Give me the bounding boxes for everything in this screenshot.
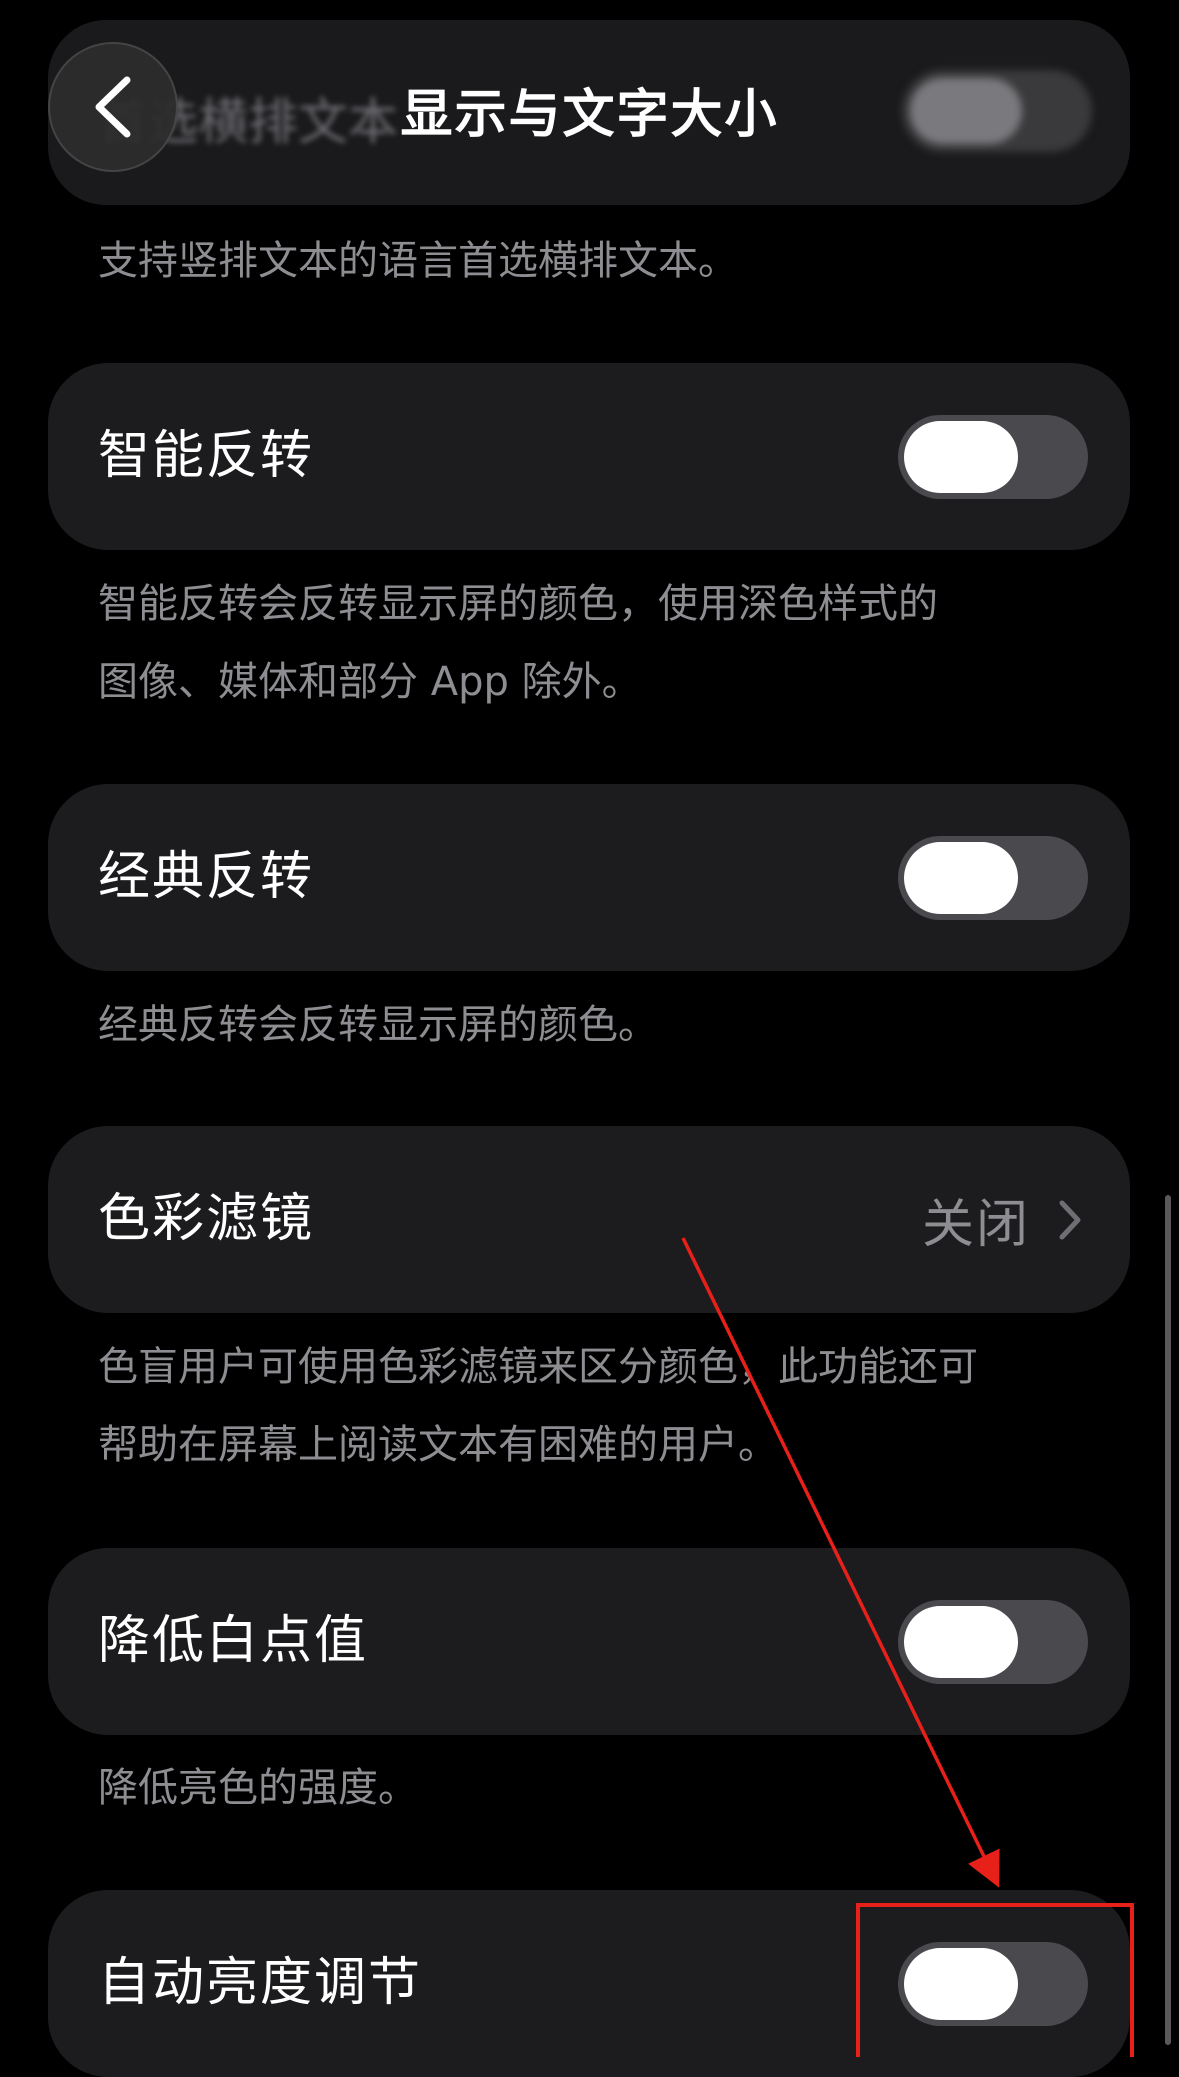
color-filters-value: 关闭 <box>921 1195 1030 1255</box>
toggle-knob <box>904 1606 1018 1678</box>
auto-brightness-label: 自动亮度调节 <box>98 1953 423 2013</box>
scrollbar[interactable] <box>1165 1195 1171 2045</box>
classic-invert-row: 经典反转 <box>48 784 1130 971</box>
reduce-white-point-row: 降低白点值 <box>48 1548 1130 1735</box>
color-filters-label: 色彩滤镜 <box>98 1189 315 1249</box>
reduce-white-point-footnote-line-1: 降低亮色的强度。 <box>98 1765 418 1811</box>
classic-invert-toggle[interactable] <box>898 836 1088 920</box>
reduce-white-point-label: 降低白点值 <box>98 1611 369 1671</box>
preferred-horizontal-text-footnote: 支持竖排文本的语言首选横排文本。 <box>98 238 738 284</box>
reduce-white-point-footnote: 降低亮色的强度。 <box>98 1749 1088 1827</box>
color-filters-footnote-line-2: 帮助在屏幕上阅读文本有困难的用户。 <box>98 1422 778 1468</box>
color-filters-footnote-line-1: 色盲用户可使用色彩滤镜来区分颜色，此功能还可 <box>98 1344 978 1390</box>
color-filters-footnote: 色盲用户可使用色彩滤镜来区分颜色，此功能还可 帮助在屏幕上阅读文本有困难的用户。 <box>98 1328 1088 1484</box>
page-title: 显示与文字大小 <box>400 85 779 145</box>
classic-invert-label: 经典反转 <box>98 847 315 907</box>
chevron-right-icon <box>1059 1200 1081 1239</box>
smart-invert-footnote: 智能反转会反转显示屏的颜色，使用深色样式的 图像、媒体和部分 App 除外。 <box>98 565 1088 721</box>
toggle-knob <box>904 421 1018 493</box>
smart-invert-footnote-line-1: 智能反转会反转显示屏的颜色，使用深色样式的 <box>98 581 938 627</box>
toggle-knob <box>904 1948 1018 2020</box>
auto-brightness-row: 自动亮度调节 <box>48 1890 1130 2077</box>
toggle-knob <box>904 842 1018 914</box>
smart-invert-row: 智能反转 <box>48 363 1130 550</box>
auto-brightness-toggle[interactable] <box>898 1942 1088 2026</box>
navigation-bar: 显示与文字大小 <box>0 0 1179 190</box>
smart-invert-toggle[interactable] <box>898 415 1088 499</box>
smart-invert-label: 智能反转 <box>98 426 315 486</box>
classic-invert-footnote: 经典反转会反转显示屏的颜色。 <box>98 986 1088 1064</box>
color-filters-value-group: 关闭 <box>922 1126 1082 1313</box>
reduce-white-point-toggle[interactable] <box>898 1600 1088 1684</box>
color-filters-row[interactable]: 色彩滤镜 关闭 <box>48 1126 1130 1313</box>
smart-invert-footnote-line-2: 图像、媒体和部分 App 除外。 <box>98 659 642 705</box>
classic-invert-footnote-line-1: 经典反转会反转显示屏的颜色。 <box>98 1002 658 1048</box>
